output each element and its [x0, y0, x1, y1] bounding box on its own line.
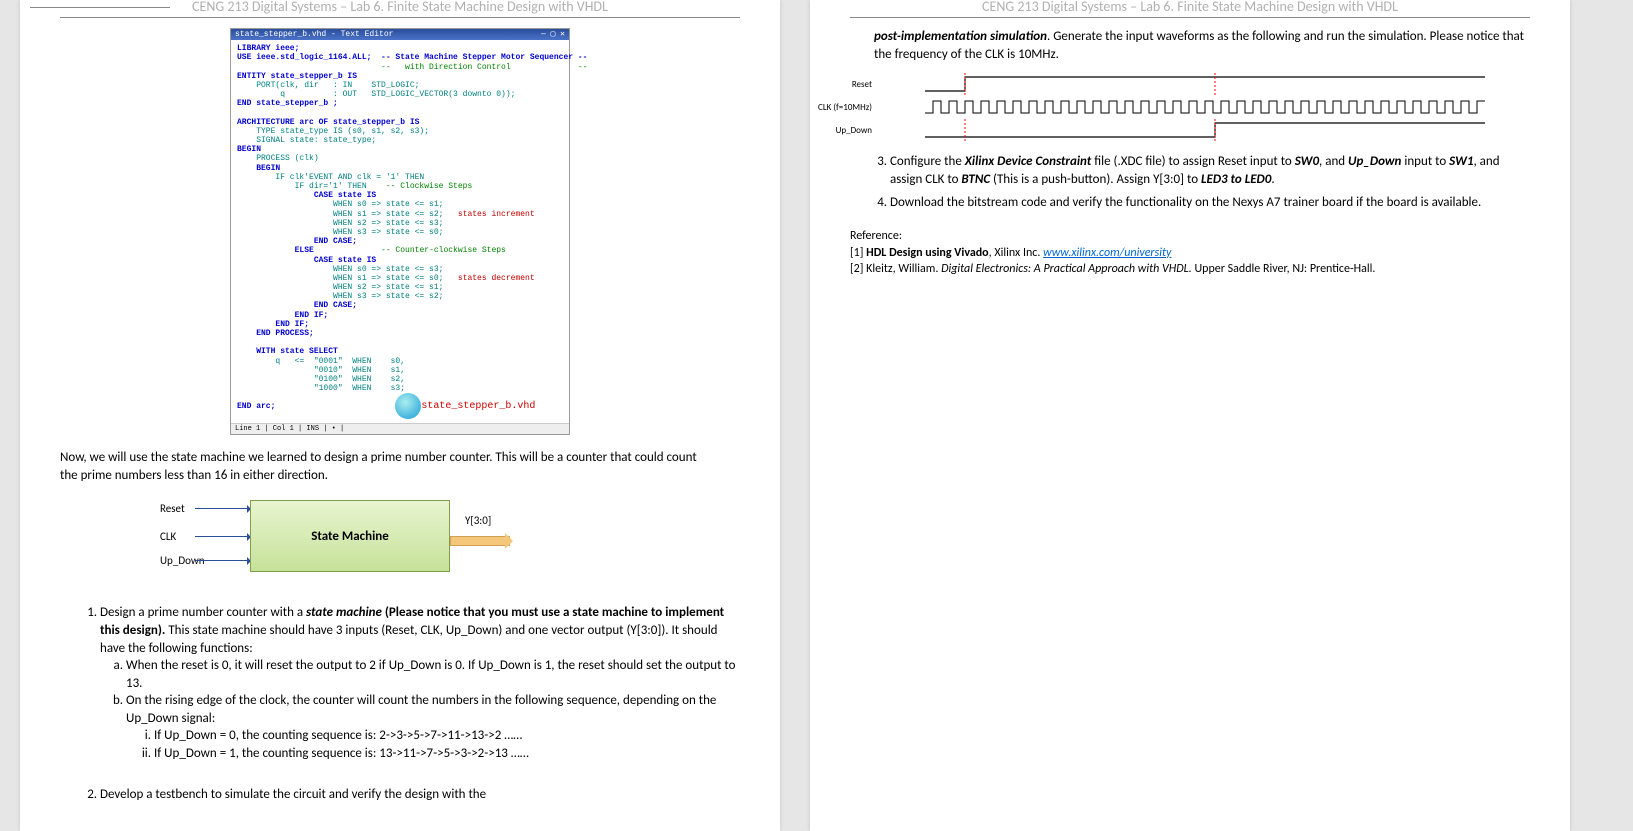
state-machine-block-diagram: Reset CLK Up_Down State Machine Y[3:0]	[120, 496, 540, 586]
window-controls: — ▢ ✕	[541, 30, 565, 39]
wf-label-reset: Reset	[810, 79, 880, 90]
wf-updown	[880, 119, 1530, 141]
signal-reset: Reset	[160, 502, 185, 515]
task-4: Download the bitstream code and verify t…	[890, 194, 1530, 212]
wf-label-updown: Up_Down	[810, 125, 880, 136]
state-machine-box: State Machine	[250, 500, 450, 572]
sim-note: post-implementation simulation. Generate…	[874, 28, 1530, 63]
ref-1: [1] HDL Design using Vivado, Xilinx Inc.…	[850, 245, 1530, 262]
editor-statusbar: Line 1 | Col 1 | INS | • |	[231, 423, 569, 434]
editor-titlebar: state_stepper_b.vhd - Text Editor — ▢ ✕	[231, 29, 569, 40]
task-list: Design a prime number counter with a sta…	[100, 604, 740, 803]
margin-tick	[30, 2, 170, 8]
signal-clk: CLK	[160, 530, 176, 543]
task-1b: On the rising edge of the clock, the cou…	[126, 692, 740, 762]
doc-page-right: CENG 213 Digital Systems – Lab 6. Finite…	[810, 0, 1570, 831]
page-header-right: CENG 213 Digital Systems – Lab 6. Finite…	[850, 0, 1530, 18]
task-3: Configure the Xilinx Device Constraint f…	[890, 153, 1530, 188]
task-list-right: Configure the Xilinx Device Constraint f…	[890, 153, 1530, 212]
waveform-block: Reset CLK (f=10MHz) Up_Down	[810, 73, 1530, 141]
task-1a: When the reset is 0, it will reset the o…	[126, 657, 740, 692]
wf-label-clk: CLK (f=10MHz)	[810, 102, 880, 113]
arrow-updown	[195, 560, 250, 561]
wf-clk	[880, 97, 1530, 117]
task-1bi: If Up_Down = 0, the counting sequence is…	[154, 727, 740, 745]
task-1: Design a prime number counter with a sta…	[100, 604, 740, 762]
ref-link[interactable]: www.xilinx.com/university	[1043, 246, 1171, 260]
editor-body: LIBRARY ieee; USE ieee.std_logic_1164.AL…	[231, 40, 569, 423]
file-label: state_stepper_b.vhd	[421, 401, 535, 412]
arrow-output	[450, 536, 510, 546]
ref-title: Reference:	[850, 228, 1530, 245]
code-editor-figure: state_stepper_b.vhd - Text Editor — ▢ ✕ …	[230, 28, 570, 435]
task-2: Develop a testbench to simulate the circ…	[100, 786, 740, 804]
doc-page-left: CENG 213 Digital Systems – Lab 6. Finite…	[20, 0, 780, 831]
task-1bii: If Up_Down = 1, the counting sequence is…	[154, 745, 740, 763]
editor-title: state_stepper_b.vhd - Text Editor	[235, 30, 393, 39]
watermark-stamp	[395, 393, 421, 419]
references: Reference: [1] HDL Design using Vivado, …	[850, 228, 1530, 278]
intro-text: Now, we will use the state machine we le…	[60, 449, 710, 484]
arrow-reset	[195, 508, 250, 509]
ref-2: [2] Kleitz, William. Digital Electronics…	[850, 261, 1530, 278]
signal-y: Y[3:0]	[465, 514, 491, 527]
arrow-clk	[195, 536, 250, 537]
wf-reset	[880, 73, 1530, 95]
